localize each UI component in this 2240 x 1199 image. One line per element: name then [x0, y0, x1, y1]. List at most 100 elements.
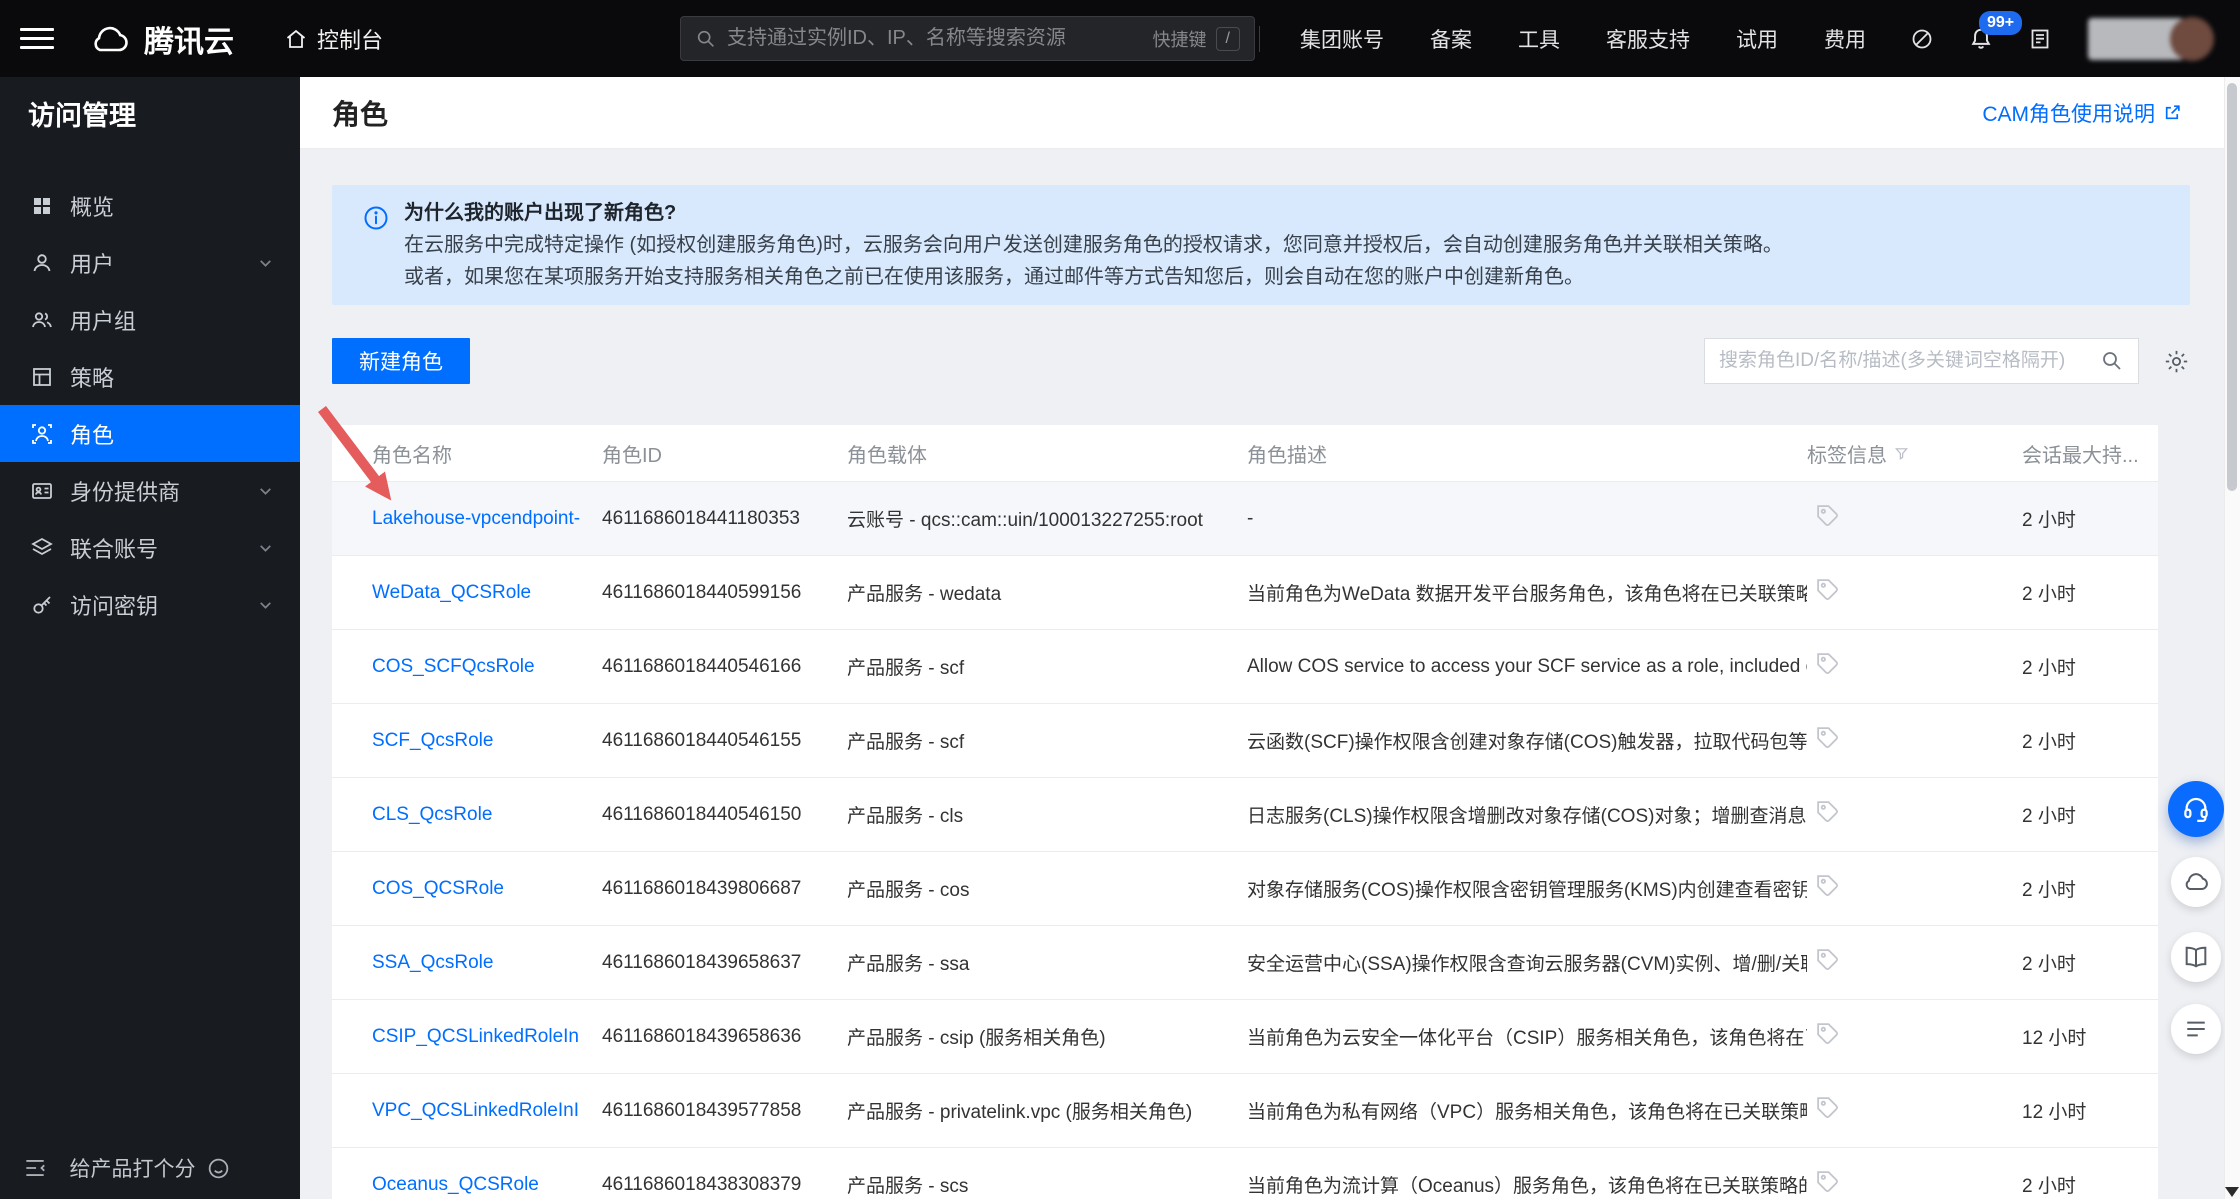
role-carrier: 产品服务 - cos: [847, 875, 1247, 902]
table-header-cell[interactable]: 标签信息: [1807, 439, 2022, 468]
table-header-cell: 角色ID: [602, 439, 847, 468]
role-name-link[interactable]: Lakehouse-vpcendpoint-: [372, 508, 580, 529]
rate-product[interactable]: 给产品打个分: [70, 1153, 231, 1183]
main-content: 为什么我的账户出现了新角色? 在云服务中完成特定操作 (如授权创建服务角色)时，…: [300, 149, 2240, 1199]
role-search-input[interactable]: [1719, 350, 2092, 372]
sidebar-item-label: 用户组: [70, 304, 136, 336]
role-name-link[interactable]: WeData_QCSRole: [372, 582, 531, 603]
home-icon: [284, 27, 308, 51]
sidebar-item-identity-provider[interactable]: 身份提供商: [0, 462, 300, 519]
page-head: 角色 CAM角色使用说明: [300, 77, 2240, 149]
role-carrier: 云账号 - qcs::cam::uin/100013227255:root: [847, 505, 1247, 532]
collapse-sidebar-icon[interactable]: [22, 1155, 48, 1181]
role-desc: 安全运营中心(SSA)操作权限含查询云服务器(CVM)实例、增/删/关联/...: [1247, 949, 1807, 976]
session-duration: 12 小时: [2022, 1023, 2158, 1050]
session-duration: 2 小时: [2022, 653, 2158, 680]
console-link[interactable]: 控制台: [284, 23, 383, 55]
role-name-link[interactable]: SCF_QcsRole: [372, 730, 493, 751]
scrollbar-thumb[interactable]: [2227, 83, 2237, 491]
search-icon[interactable]: [2100, 349, 2124, 373]
topbar-nav-item[interactable]: 备案: [1430, 24, 1472, 54]
book-icon: [2182, 943, 2210, 971]
role-id: 4611686018441180353: [602, 508, 847, 530]
docs-button[interactable]: [2171, 932, 2221, 982]
chat-support-button[interactable]: [2168, 781, 2224, 837]
tag-icon[interactable]: [1815, 1095, 1840, 1120]
role-icon: [30, 422, 54, 446]
layers-icon: [30, 536, 54, 560]
tag-icon[interactable]: [1815, 1021, 1840, 1046]
sidebar-item-federated-account[interactable]: 联合账号: [0, 519, 300, 576]
role-name-link[interactable]: COS_SCFQcsRole: [372, 656, 535, 677]
banner-title: 为什么我的账户出现了新角色?: [404, 197, 1783, 229]
settings-icon[interactable]: [2163, 348, 2190, 375]
tag-icon[interactable]: [1815, 725, 1840, 750]
topbar-nav-item[interactable]: 客服支持: [1606, 24, 1690, 54]
create-role-button[interactable]: 新建角色: [332, 338, 470, 384]
role-name-link[interactable]: Oceanus_QCSRole: [372, 1174, 539, 1195]
feedback-button[interactable]: [2171, 1004, 2221, 1054]
account-avatar[interactable]: [2088, 17, 2214, 61]
sidebar-item-access-key[interactable]: 访问密钥: [0, 576, 300, 633]
brand-logo[interactable]: 腾讯云: [88, 17, 234, 61]
scrollbar[interactable]: [2224, 77, 2240, 1199]
circle-slash-icon[interactable]: [1910, 27, 1934, 51]
sidebar-item-user-group[interactable]: 用户组: [0, 291, 300, 348]
scrollbar-down-arrow[interactable]: [2225, 1187, 2239, 1197]
rate-icon: [206, 1156, 231, 1181]
role-carrier: 产品服务 - scs: [847, 1171, 1247, 1198]
role-name-link[interactable]: COS_QCSRole: [372, 878, 504, 899]
role-name-link[interactable]: CLS_QcsRole: [372, 804, 492, 825]
tag-icon[interactable]: [1815, 651, 1840, 676]
cam-help-link[interactable]: CAM角色使用说明: [1982, 98, 2182, 128]
filter-icon[interactable]: [1894, 446, 1909, 461]
session-duration: 2 小时: [2022, 1171, 2158, 1198]
billing-icon[interactable]: [2028, 27, 2052, 51]
role-id: 4611686018440546150: [602, 804, 847, 826]
role-id: 4611686018439658637: [602, 952, 847, 974]
role-desc: 当前角色为私有网络（VPC）服务相关角色，该角色将在已关联策略...: [1247, 1097, 1807, 1124]
banner-line: 在云服务中完成特定操作 (如授权创建服务角色)时，云服务会向用户发送创建服务角色…: [404, 229, 1783, 261]
slash-key: /: [1216, 27, 1240, 51]
topbar-nav-item[interactable]: 集团账号: [1300, 24, 1384, 54]
menu-icon[interactable]: [20, 22, 54, 55]
key-icon: [30, 593, 54, 617]
table-header-cell: 角色名称: [372, 439, 602, 468]
info-icon: [362, 204, 390, 293]
role-name-link[interactable]: SSA_QcsRole: [372, 952, 493, 973]
notification-badge: 99+: [1979, 11, 2022, 35]
notifications-button[interactable]: 99+: [1968, 26, 1994, 52]
tag-icon[interactable]: [1815, 1169, 1840, 1194]
sidebar-item-overview[interactable]: 概览: [0, 177, 300, 234]
sidebar-item-role[interactable]: 角色: [0, 405, 300, 462]
session-duration: 2 小时: [2022, 801, 2158, 828]
role-name-link[interactable]: CSIP_QCSLinkedRoleIn: [372, 1026, 579, 1047]
experience-button[interactable]: [2171, 857, 2221, 907]
tag-icon[interactable]: [1815, 577, 1840, 602]
role-carrier: 产品服务 - scf: [847, 653, 1247, 680]
table-header-cell: 角色描述: [1247, 439, 1807, 468]
global-search[interactable]: 快捷键 /: [680, 16, 1255, 61]
sidebar-item-label: 策略: [70, 361, 114, 393]
page-title: 角色: [332, 93, 388, 133]
role-carrier: 产品服务 - ssa: [847, 949, 1247, 976]
role-search: [1704, 338, 2139, 384]
role-desc: Allow COS service to access your SCF ser…: [1247, 656, 1807, 678]
tag-icon[interactable]: [1815, 873, 1840, 898]
topbar-nav-item[interactable]: 费用: [1824, 24, 1866, 54]
table-header: 角色名称角色ID角色载体角色描述标签信息会话最大持...: [332, 425, 2158, 481]
table-row: WeData_QCSRole4611686018440599156产品服务 - …: [332, 555, 2158, 629]
tag-icon[interactable]: [1815, 947, 1840, 972]
role-name-link[interactable]: VPC_QCSLinkedRoleInI: [372, 1100, 579, 1121]
tag-icon[interactable]: [1815, 503, 1840, 528]
session-duration: 2 小时: [2022, 727, 2158, 754]
table-row: COS_SCFQcsRole4611686018440546166产品服务 - …: [332, 629, 2158, 703]
session-duration: 12 小时: [2022, 1097, 2158, 1124]
sidebar-item-policy[interactable]: 策略: [0, 348, 300, 405]
topbar-nav-item[interactable]: 试用: [1736, 24, 1778, 54]
global-search-input[interactable]: [727, 27, 1143, 50]
table-row: COS_QCSRole4611686018439806687产品服务 - cos…: [332, 851, 2158, 925]
tag-icon[interactable]: [1815, 799, 1840, 824]
sidebar-item-user[interactable]: 用户: [0, 234, 300, 291]
topbar-nav-item[interactable]: 工具: [1518, 24, 1560, 54]
